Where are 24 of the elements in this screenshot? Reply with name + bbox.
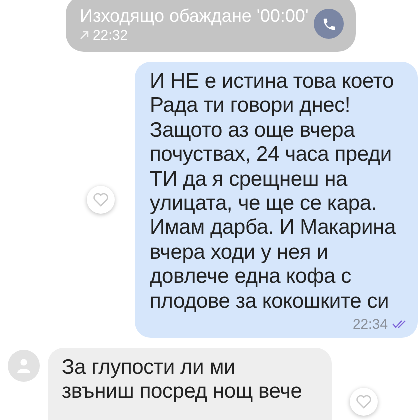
avatar[interactable] (8, 350, 40, 382)
like-button[interactable] (350, 388, 378, 416)
phone-icon (322, 16, 336, 32)
call-time: 22:32 (80, 27, 309, 43)
message-line: За глупости ли ми (62, 356, 236, 380)
phone-button[interactable] (314, 9, 344, 39)
message-line: Имам дарба. И Макарина (150, 216, 398, 241)
message-line: Рада ти говори днес! (150, 94, 352, 119)
message-line: довлече една кофа с (150, 265, 352, 290)
heart-icon (356, 395, 372, 410)
message-line: вчера ходи у нея и (150, 240, 330, 266)
heart-icon (93, 193, 109, 208)
message-line: звъниш посред нощ вече (62, 380, 304, 405)
like-button[interactable] (87, 186, 115, 214)
message-line: ТИ да я срещнеш на (150, 168, 349, 192)
outgoing-arrow-icon (80, 30, 89, 40)
message-line: плодове за кокошките си (150, 290, 390, 314)
message-line: Защото аз още вчера (150, 118, 356, 144)
message-line: улицата, че ще се кара. (150, 192, 378, 216)
message-line: почуствах, 24 часа преди (150, 143, 393, 168)
message-time: 22:34 (352, 316, 388, 332)
person-icon (17, 358, 31, 374)
call-text: Изходящо обаждане '00:00' (80, 5, 309, 27)
message-line: И НЕ е истина това което (150, 70, 395, 94)
